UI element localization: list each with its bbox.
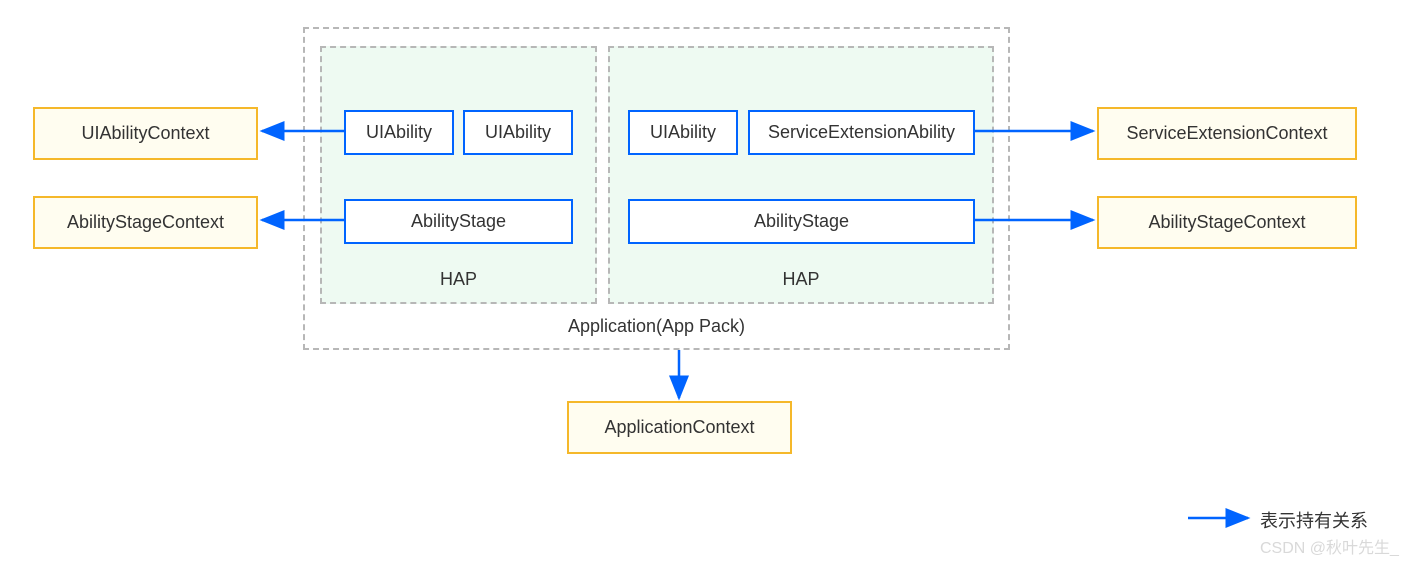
arrow-svg-layer: [0, 0, 1419, 567]
legend-label: 表示持有关系: [1260, 507, 1368, 533]
watermark: CSDN @秋叶先生_: [1260, 534, 1399, 558]
